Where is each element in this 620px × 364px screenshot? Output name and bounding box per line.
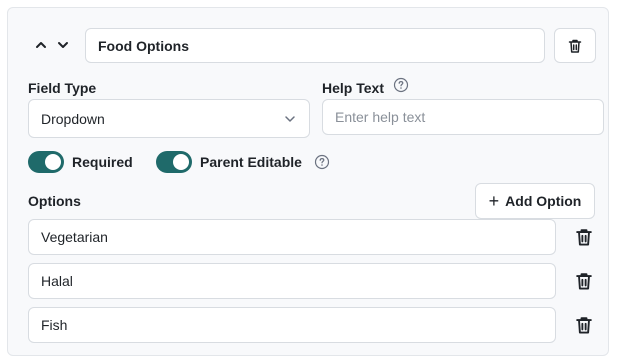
option-row: Halal [28, 263, 556, 299]
add-option-button[interactable]: + Add Option [475, 183, 595, 219]
option-input[interactable]: Fish [28, 307, 556, 343]
move-down-button[interactable] [53, 35, 73, 55]
chevron-down-icon [285, 115, 295, 122]
parent-editable-label: Parent Editable [200, 154, 302, 170]
option-input[interactable]: Halal [28, 263, 556, 299]
help-text-label: Help Text [322, 80, 384, 96]
help-circle-icon[interactable] [393, 77, 409, 93]
trash-icon [568, 39, 582, 53]
option-row: Vegetarian [28, 219, 556, 255]
option-row: Fish [28, 307, 556, 343]
toggle-knob [45, 154, 61, 170]
field-editor-card: Food Options Field Type Help Text Dropdo… [7, 7, 609, 356]
trash-icon[interactable] [574, 271, 594, 291]
toggle-knob [173, 154, 189, 170]
move-up-button[interactable] [31, 35, 51, 55]
required-label: Required [72, 154, 133, 170]
trash-icon[interactable] [574, 315, 594, 335]
parent-editable-toggle[interactable] [156, 151, 192, 173]
plus-icon: + [488, 191, 500, 211]
option-input[interactable]: Vegetarian [28, 219, 556, 255]
help-text-input[interactable]: Enter help text [322, 99, 604, 135]
help-circle-icon[interactable] [314, 154, 330, 170]
trash-icon[interactable] [574, 227, 594, 247]
field-type-label: Field Type [28, 80, 97, 96]
chevron-down-icon [58, 42, 68, 48]
required-toggle[interactable] [28, 151, 64, 173]
field-name-input[interactable]: Food Options [85, 28, 545, 63]
options-label: Options [28, 193, 81, 209]
delete-field-button[interactable] [554, 28, 596, 63]
add-option-label: Add Option [505, 193, 582, 209]
field-type-value: Dropdown [41, 110, 105, 127]
chevron-up-icon [36, 42, 46, 48]
field-type-select[interactable]: Dropdown [28, 99, 310, 138]
